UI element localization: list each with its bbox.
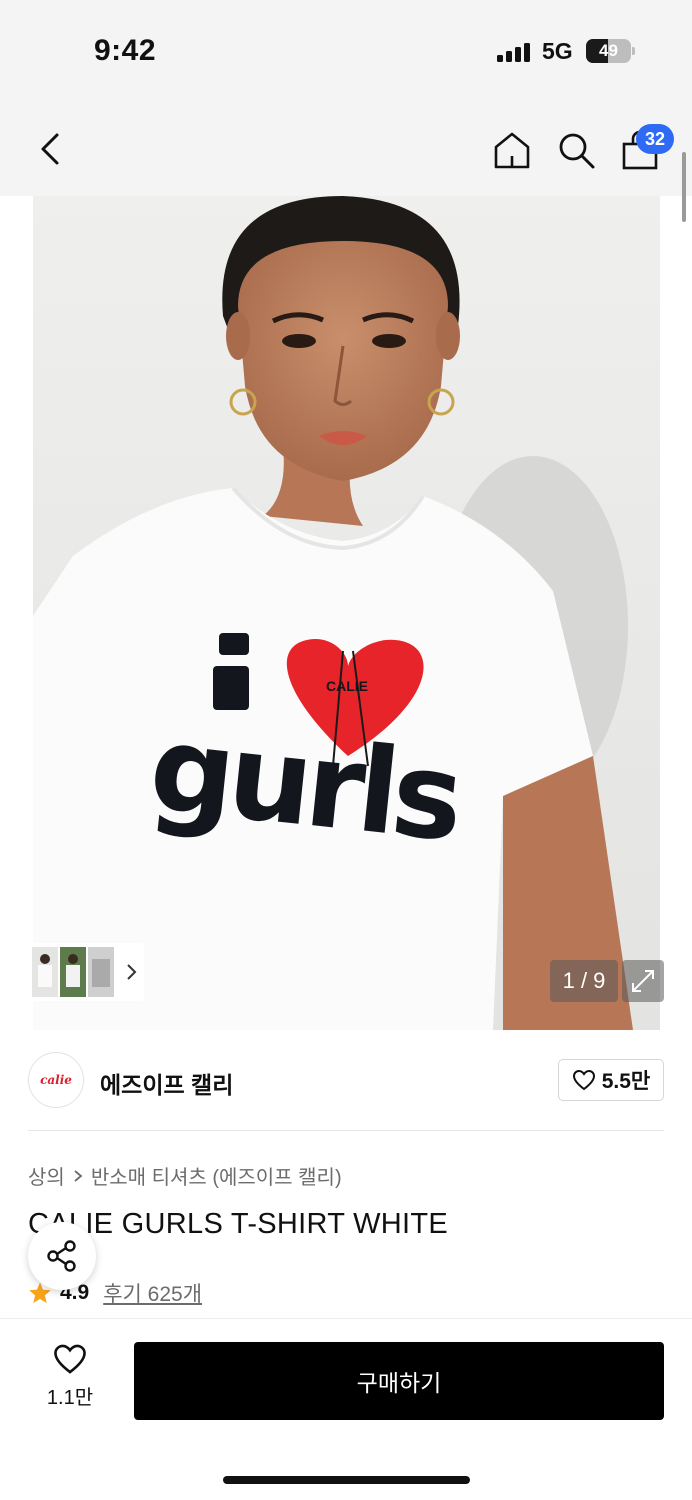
breadcrumb-category[interactable]: 상의 — [28, 1161, 65, 1190]
thumbnail-3 — [88, 947, 114, 997]
share-button[interactable] — [28, 1222, 96, 1290]
share-icon — [47, 1240, 76, 1272]
search-icon — [559, 133, 595, 169]
battery-cap — [632, 47, 635, 55]
brand-like-count: 5.5만 — [601, 1070, 651, 1093]
brand-name[interactable]: 에즈이프 캘리 — [100, 1066, 233, 1100]
product-image[interactable]: CALIE gurls — [33, 196, 660, 1030]
image-page-counter: 1 / 9 — [550, 960, 618, 1002]
reviews-link[interactable]: 후기 625개 — [103, 1278, 202, 1308]
scrollbar-thumb[interactable] — [682, 152, 686, 222]
breadcrumb-subcategory[interactable]: 반소매 티셔츠 (에즈이프 캘리) — [91, 1161, 342, 1190]
chevron-right-icon — [74, 1169, 83, 1182]
breadcrumb: 상의 반소매 티셔츠 (에즈이프 캘리) — [28, 1161, 342, 1190]
home-indicator — [223, 1476, 470, 1484]
signal-strength-icon — [497, 42, 533, 62]
thumbnail-2 — [60, 947, 86, 997]
battery-percent: 49 — [599, 41, 618, 60]
product-photo-illustration: CALIE gurls — [33, 196, 660, 1030]
network-label: 5G — [542, 38, 573, 64]
heart-outline-icon — [572, 1069, 595, 1091]
brand-like-button[interactable]: 5.5만 — [558, 1059, 664, 1101]
top-nav-bar — [0, 100, 692, 196]
wishlist-count: 1.1만 — [46, 1387, 94, 1409]
search-button[interactable] — [554, 128, 598, 172]
status-bar: 9:42 5G 49 — [0, 0, 692, 100]
heart-outline-icon — [54, 1344, 86, 1374]
chevron-right-icon — [127, 964, 137, 980]
shirt-ribbon-text: CALIE — [326, 678, 368, 694]
buy-button[interactable]: 구매하기 — [134, 1342, 664, 1420]
home-button[interactable] — [490, 128, 534, 172]
home-icon — [494, 132, 530, 169]
product-title: CALIE GURLS T-SHIRT WHITE — [28, 1208, 449, 1240]
cart-count-badge: 32 — [636, 124, 674, 154]
brand-logo[interactable]: calie — [28, 1052, 84, 1108]
battery-icon: 49 — [586, 39, 631, 63]
back-button[interactable] — [30, 128, 70, 170]
divider — [28, 1130, 664, 1131]
status-time: 9:42 — [94, 34, 157, 67]
brand-logo-text: calie — [40, 1073, 72, 1087]
expand-icon — [632, 970, 654, 992]
back-arrow-icon — [41, 133, 59, 165]
wishlist-button[interactable]: 1.1만 — [30, 1343, 110, 1417]
bottom-action-bar: 1.1만 구매하기 — [0, 1318, 692, 1500]
brand-row: calie 에즈이프 캘리 5.5만 — [0, 1030, 692, 1130]
expand-image-button[interactable] — [622, 960, 664, 1002]
thumbnail-1 — [32, 947, 58, 997]
thumbnail-strip[interactable] — [28, 943, 144, 1001]
